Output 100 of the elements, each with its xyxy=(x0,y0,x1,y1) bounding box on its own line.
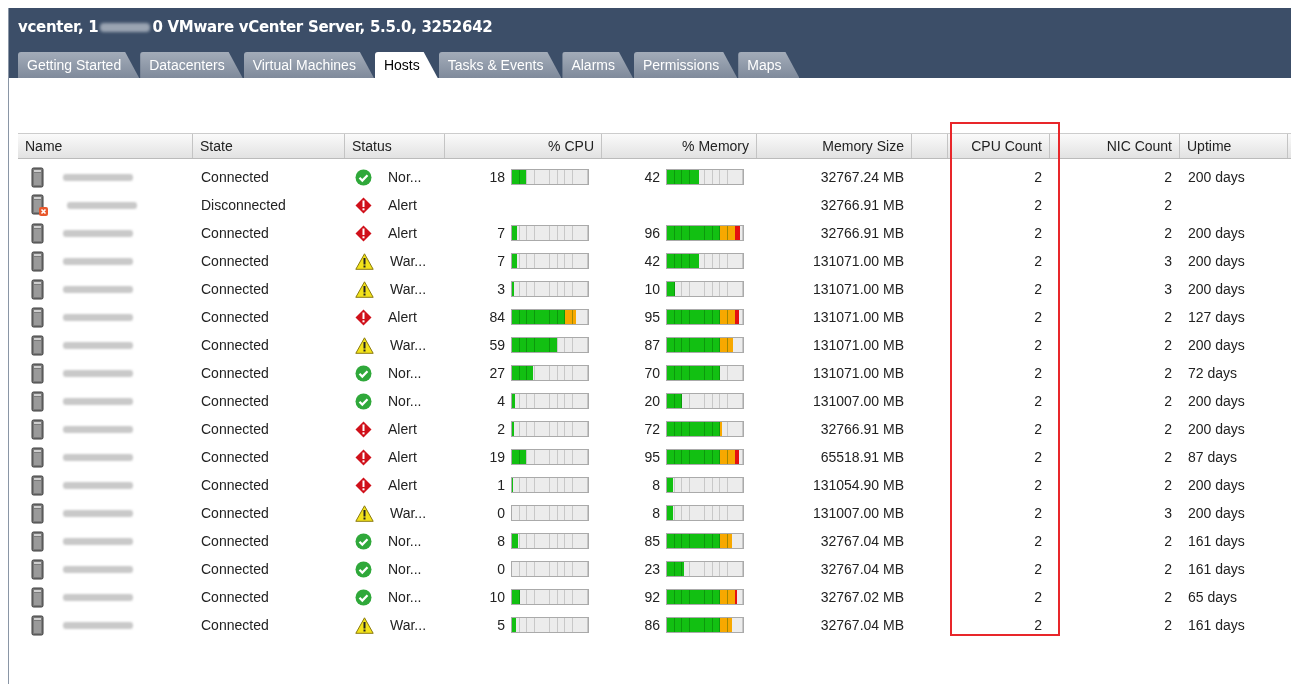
table-cell: 131071.00 MB xyxy=(812,337,904,353)
table-cell: Connected xyxy=(201,533,269,549)
column-header[interactable]: Memory Size xyxy=(757,134,912,158)
column-header[interactable]: % CPU xyxy=(445,134,602,158)
status-label: Nor... xyxy=(388,169,422,185)
table-cell: 2 xyxy=(1034,617,1042,633)
table-cell: 127 days xyxy=(1188,309,1245,325)
server-icon xyxy=(30,502,45,524)
percent-value: 1 xyxy=(496,477,505,493)
table-cell: 2 xyxy=(1034,253,1042,269)
server-icon xyxy=(30,446,45,468)
server-icon xyxy=(30,278,45,300)
column-header[interactable]: CPU Count xyxy=(948,134,1050,158)
warning-icon xyxy=(355,504,374,522)
table-cell: 200 days xyxy=(1188,477,1245,493)
table-cell: Disconnected xyxy=(201,197,286,213)
status-label: Nor... xyxy=(388,561,422,577)
table-cell: 200 days xyxy=(1188,169,1245,185)
alert-diamond-icon xyxy=(355,224,372,242)
redaction-smudge xyxy=(63,509,133,517)
server-icon xyxy=(30,390,45,412)
table-cell: 2 xyxy=(1034,281,1042,297)
table-cell: 2 xyxy=(1164,477,1172,493)
table-cell: 131071.00 MB xyxy=(812,365,904,381)
table-cell: 3 xyxy=(1164,505,1172,521)
column-header[interactable]: Uptime xyxy=(1180,134,1288,158)
table-cell: 2 xyxy=(1034,449,1042,465)
alert-diamond-icon xyxy=(355,420,372,438)
tab[interactable]: Hosts xyxy=(374,52,438,78)
table-cell: 200 days xyxy=(1188,281,1245,297)
redaction-smudge xyxy=(63,593,133,601)
column-header[interactable]: State xyxy=(193,134,345,158)
status-label: War... xyxy=(390,253,427,269)
status-label: War... xyxy=(390,505,427,521)
warning-icon xyxy=(355,280,374,298)
table-cell: Connected xyxy=(201,281,269,297)
server-icon xyxy=(30,474,45,496)
percent-value: 70 xyxy=(643,365,660,381)
percent-value: 7 xyxy=(496,225,505,241)
status-label: Nor... xyxy=(388,589,422,605)
column-header[interactable]: NIC Count xyxy=(1050,134,1180,158)
server-icon xyxy=(30,362,45,384)
redaction-smudge xyxy=(63,397,133,405)
table-cell: 2 xyxy=(1034,365,1042,381)
server-icon xyxy=(30,418,45,440)
table-cell: 131071.00 MB xyxy=(812,281,904,297)
percent-value: 0 xyxy=(496,505,505,521)
percent-value: 10 xyxy=(643,281,660,297)
table-cell: 2 xyxy=(1164,309,1172,325)
table-cell: 32767.04 MB xyxy=(820,533,904,549)
table-cell: 2 xyxy=(1034,337,1042,353)
server-icon xyxy=(30,586,45,608)
table-cell: 2 xyxy=(1164,561,1172,577)
percent-value: 20 xyxy=(643,393,660,409)
table-cell: 32767.02 MB xyxy=(820,589,904,605)
server-error-icon xyxy=(30,193,49,217)
column-header[interactable]: Status xyxy=(345,134,445,158)
table-cell: 87 days xyxy=(1188,449,1238,465)
status-label: Alert xyxy=(388,197,417,213)
redaction-smudge xyxy=(63,565,133,573)
percent-value: 92 xyxy=(643,589,660,605)
table-cell: 2 xyxy=(1164,533,1172,549)
redaction-smudge xyxy=(63,453,133,461)
status-label: War... xyxy=(390,337,427,353)
percent-value: 27 xyxy=(488,365,505,381)
percent-value: 96 xyxy=(643,225,660,241)
table-cell: 131071.00 MB xyxy=(812,309,904,325)
percent-value: 10 xyxy=(488,589,505,605)
redaction-smudge xyxy=(63,481,133,489)
table-cell: 32767.04 MB xyxy=(820,617,904,633)
percent-value: 42 xyxy=(643,253,660,269)
percent-value: 59 xyxy=(488,337,505,353)
table-cell: Connected xyxy=(201,421,269,437)
table-cell: Connected xyxy=(201,561,269,577)
redaction-smudge xyxy=(63,369,133,377)
percent-value: 85 xyxy=(643,533,660,549)
percent-value: 95 xyxy=(643,449,660,465)
table-cell: 2 xyxy=(1034,393,1042,409)
status-label: Alert xyxy=(388,225,417,241)
table-cell: 2 xyxy=(1034,169,1042,185)
percent-value: 3 xyxy=(496,281,505,297)
table-cell: 2 xyxy=(1164,169,1172,185)
table-cell: 2 xyxy=(1164,225,1172,241)
status-label: Alert xyxy=(388,421,417,437)
table-cell: 200 days xyxy=(1188,393,1245,409)
table-cell: 2 xyxy=(1034,505,1042,521)
table-cell: 2 xyxy=(1034,421,1042,437)
column-header[interactable]: Name xyxy=(18,134,193,158)
redaction-smudge xyxy=(67,201,137,209)
table-cell: 65 days xyxy=(1188,589,1238,605)
table-cell: 2 xyxy=(1164,337,1172,353)
table-cell: Connected xyxy=(201,337,269,353)
alert-diamond-icon xyxy=(355,308,372,326)
server-icon xyxy=(30,166,45,188)
check-circle-icon xyxy=(355,364,372,382)
alert-diamond-icon xyxy=(355,448,372,466)
percent-value: 8 xyxy=(651,505,660,521)
table-cell: Connected xyxy=(201,589,269,605)
table-cell: 2 xyxy=(1034,561,1042,577)
column-header[interactable]: % Memory xyxy=(602,134,757,158)
